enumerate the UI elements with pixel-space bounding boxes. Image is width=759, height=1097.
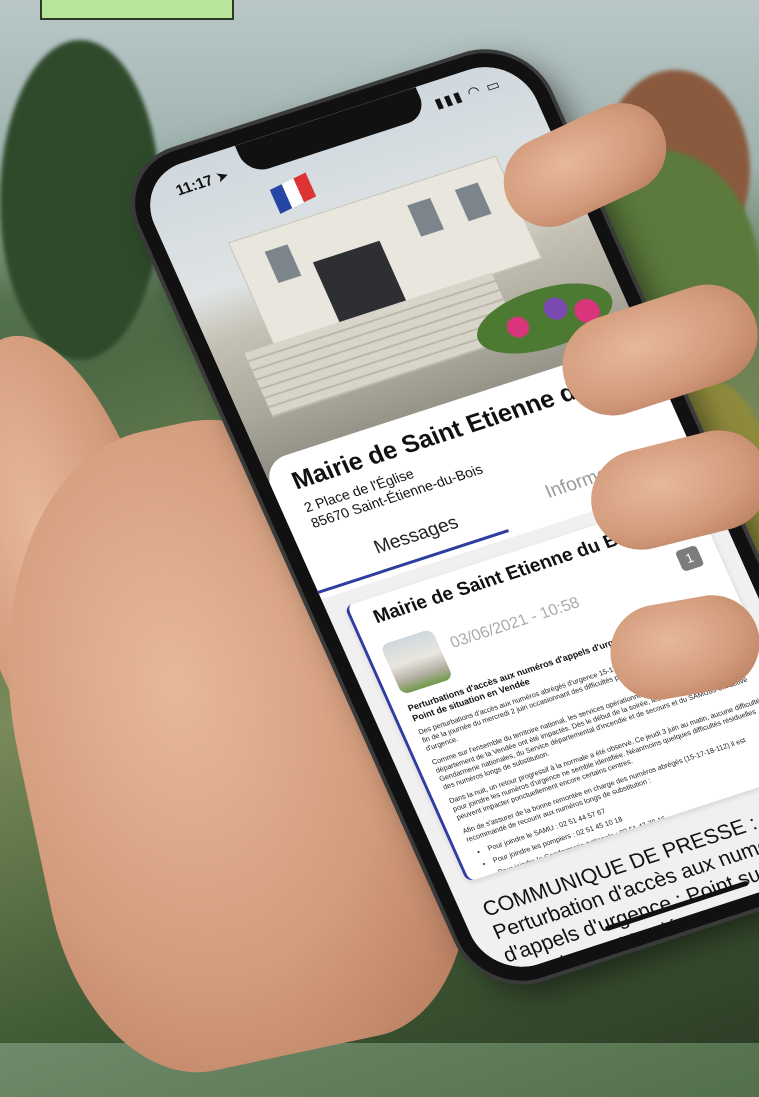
- message-thumbnail: [379, 628, 454, 695]
- wifi-icon: ◠: [465, 81, 484, 101]
- message-count-badge: 1: [674, 544, 705, 572]
- status-icons: ▮▮▮ ◠ ▭: [432, 75, 505, 112]
- tab-messages[interactable]: Messages: [371, 512, 462, 559]
- battery-icon: ▭: [482, 75, 504, 95]
- location-arrow-icon: ➤: [213, 166, 232, 187]
- signal-icon: ▮▮▮: [431, 87, 467, 112]
- message-date: 03/06/2021 - 10:58: [447, 594, 583, 652]
- status-time: 11:17 ➤: [173, 166, 232, 200]
- flag: [269, 172, 317, 214]
